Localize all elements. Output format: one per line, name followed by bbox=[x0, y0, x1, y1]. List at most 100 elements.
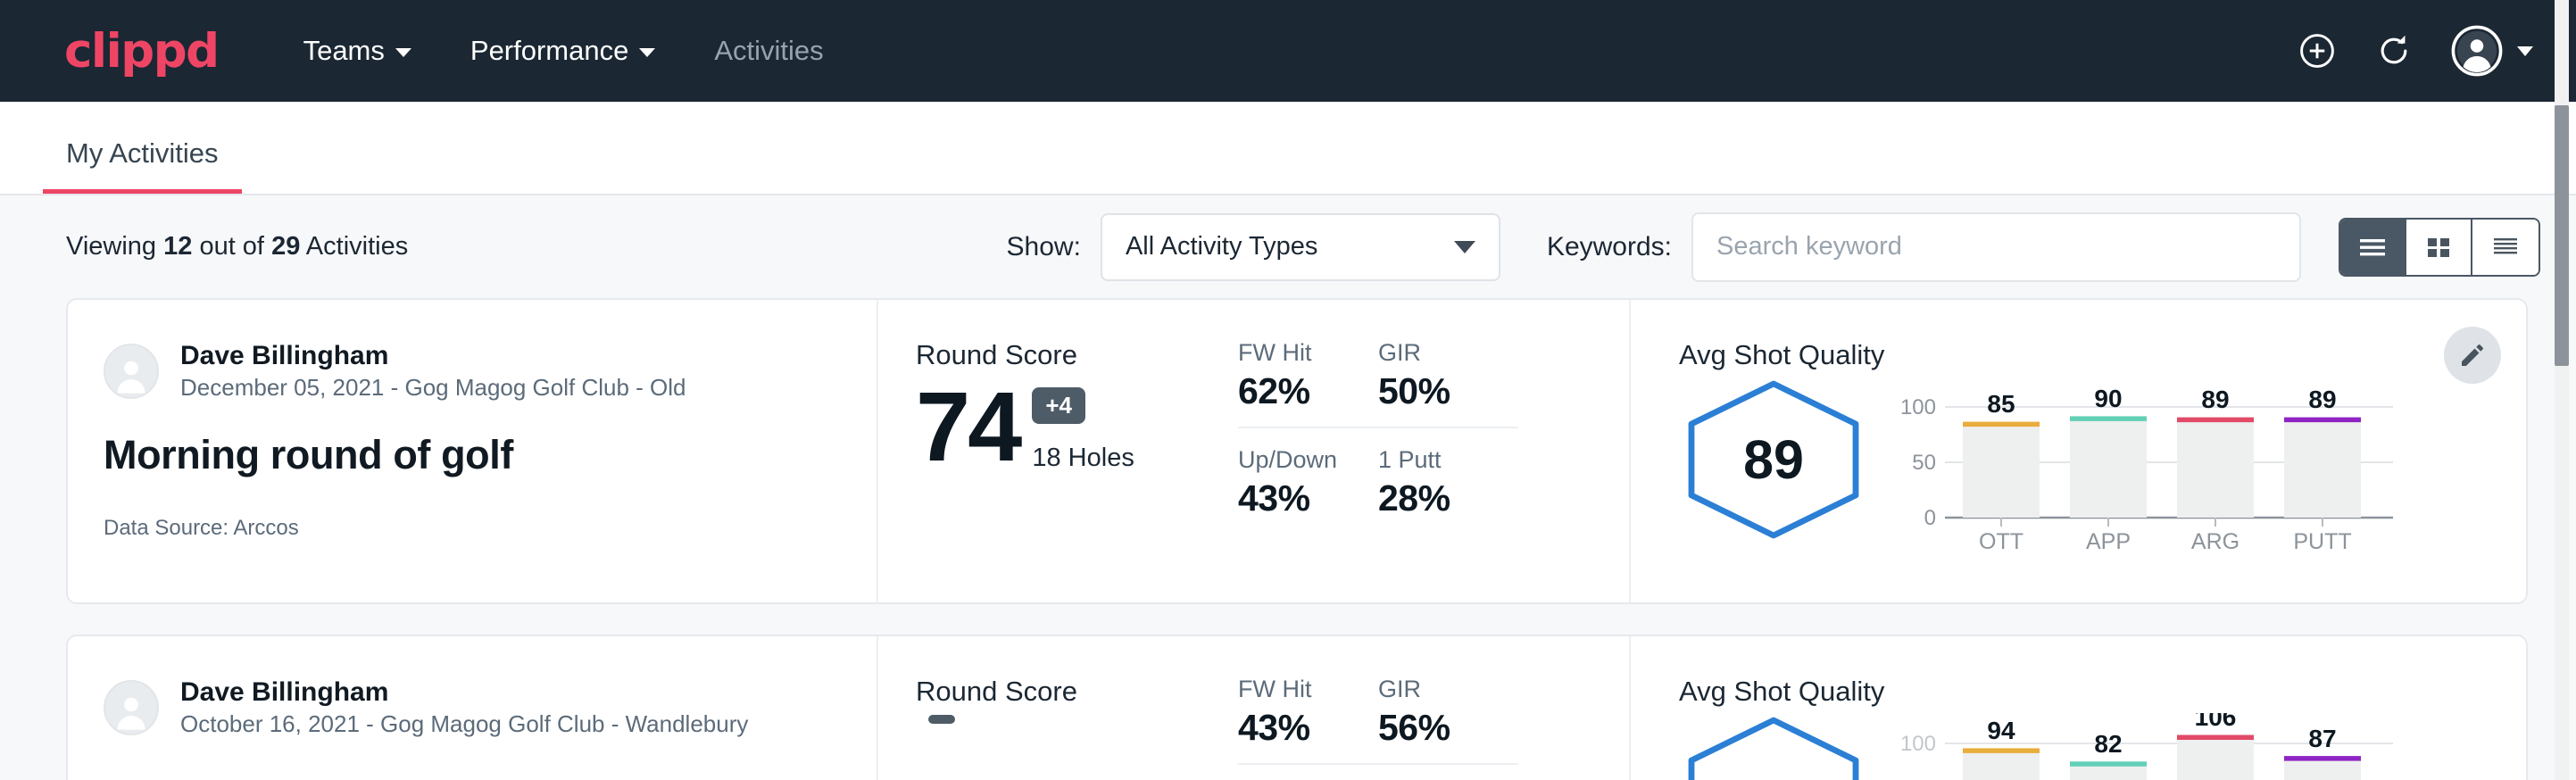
svg-text:100: 100 bbox=[1900, 732, 1936, 756]
stat-label: FW Hit bbox=[1238, 676, 1351, 703]
stat-label: GIR bbox=[1378, 676, 1492, 703]
svg-text:85: 85 bbox=[1987, 390, 2015, 418]
stat-fw-hit: FW Hit 43% bbox=[1238, 676, 1378, 765]
shot-quality-bar-chart: 100 50 0 85 90 89 bbox=[1868, 377, 2526, 560]
round-score-value-row: 74 +4 18 Holes bbox=[916, 378, 1238, 477]
round-score-value: 74 bbox=[916, 378, 1019, 477]
stats-column-left: FW Hit 62% Up/Down 43% bbox=[1238, 339, 1378, 602]
avg-shot-quality-label: Avg Shot Quality bbox=[1679, 339, 2526, 371]
activity-card[interactable]: Dave Billingham October 16, 2021 - Gog M… bbox=[66, 635, 2528, 780]
bar-chart-svg: 100 50 0 94 82 106 8 bbox=[1893, 713, 2393, 780]
viewing-summary: Viewing 12 out of 29 Activities bbox=[66, 232, 408, 261]
page-tab-bar: My Activities bbox=[0, 102, 2576, 195]
stat-value: 62% bbox=[1238, 370, 1351, 412]
avg-shot-quality-body: 89 100 50 0 85 bbox=[1679, 377, 2526, 560]
stat-gir: GIR 50% bbox=[1378, 339, 1518, 428]
svg-text:82: 82 bbox=[2094, 730, 2122, 758]
round-stats-column: FW Hit 43% GIR 56% bbox=[1238, 636, 1631, 780]
activity-data-source: Data Source: Arccos bbox=[104, 516, 877, 541]
player-name: Dave Billingham bbox=[180, 339, 686, 373]
activity-type-select[interactable]: All Activity Types bbox=[1101, 213, 1500, 281]
stat-gir: GIR 56% bbox=[1378, 676, 1518, 765]
player-name: Dave Billingham bbox=[180, 676, 748, 709]
bar-chart-svg: 100 50 0 85 90 89 bbox=[1893, 377, 2393, 555]
round-score-label: Round Score bbox=[916, 676, 1238, 708]
round-score-label: Round Score bbox=[916, 339, 1238, 371]
avg-shot-quality-column: Avg Shot Quality 89 100 bbox=[1631, 300, 2526, 602]
avg-shot-quality-label: Avg Shot Quality bbox=[1679, 676, 2526, 708]
app-logo[interactable]: clippd bbox=[64, 24, 219, 79]
compact-view-button[interactable] bbox=[2472, 220, 2539, 275]
chevron-down-icon bbox=[2517, 46, 2533, 56]
page-scrollbar-thumb[interactable] bbox=[2555, 105, 2569, 366]
holes-played: 18 Holes bbox=[1032, 444, 1134, 477]
top-navigation-bar: clippd Teams Performance Activities bbox=[0, 0, 2576, 102]
activity-card-list: Dave Billingham December 05, 2021 - Gog … bbox=[0, 298, 2576, 780]
stat-fw-hit: FW Hit 62% bbox=[1238, 339, 1378, 428]
player-text-block: Dave Billingham October 16, 2021 - Gog M… bbox=[180, 676, 748, 740]
svg-text:106: 106 bbox=[2195, 713, 2237, 731]
tab-my-activities[interactable]: My Activities bbox=[43, 137, 242, 194]
stats-column-left: FW Hit 43% bbox=[1238, 676, 1378, 780]
round-score-column: Round Score bbox=[878, 636, 1238, 780]
activity-summary-column: Dave Billingham December 05, 2021 - Gog … bbox=[68, 300, 878, 602]
add-circle-icon[interactable] bbox=[2298, 31, 2337, 71]
svg-text:50: 50 bbox=[1912, 451, 1936, 475]
viewing-prefix: Viewing bbox=[66, 232, 156, 261]
viewing-total: 29 bbox=[271, 232, 300, 261]
activity-meta: October 16, 2021 - Gog Magog Golf Club -… bbox=[180, 709, 748, 740]
score-to-par-badge bbox=[928, 715, 955, 724]
stat-label: FW Hit bbox=[1238, 339, 1351, 367]
search-input[interactable] bbox=[1691, 212, 2301, 282]
account-menu[interactable] bbox=[2451, 25, 2533, 77]
nav-item-teams[interactable]: Teams bbox=[274, 35, 441, 67]
round-stats-column: FW Hit 62% Up/Down 43% GIR 50% 1 Putt 28… bbox=[1238, 300, 1631, 602]
stat-value: 43% bbox=[1238, 707, 1351, 749]
round-score-value-row bbox=[916, 715, 1238, 780]
viewing-count: 12 bbox=[163, 232, 192, 261]
view-mode-toggle-group bbox=[2339, 218, 2540, 277]
grid-view-button[interactable] bbox=[2406, 220, 2472, 275]
quality-hexagon: 89 bbox=[1679, 377, 1868, 547]
stat-value: 28% bbox=[1378, 477, 1492, 519]
chevron-down-icon bbox=[639, 48, 655, 57]
avg-shot-quality-column: Avg Shot Quality 100 50 0 bbox=[1631, 636, 2526, 780]
activity-title: Morning round of golf bbox=[104, 432, 877, 478]
svg-text:APP: APP bbox=[2086, 529, 2131, 554]
main-nav-items: Teams Performance Activities bbox=[274, 35, 853, 67]
show-label: Show: bbox=[1007, 232, 1081, 262]
viewing-suffix: Activities bbox=[306, 232, 408, 261]
round-score-side bbox=[928, 715, 955, 780]
nav-right-actions bbox=[2298, 25, 2533, 77]
pencil-icon bbox=[2458, 341, 2487, 369]
nav-label-teams: Teams bbox=[303, 35, 385, 67]
activity-card[interactable]: Dave Billingham December 05, 2021 - Gog … bbox=[66, 298, 2528, 604]
stat-up-down: Up/Down 43% bbox=[1238, 428, 1378, 519]
stat-value: 43% bbox=[1238, 477, 1351, 519]
activity-summary-column: Dave Billingham October 16, 2021 - Gog M… bbox=[68, 636, 878, 780]
svg-text:94: 94 bbox=[1987, 717, 2015, 744]
svg-text:89: 89 bbox=[2308, 386, 2336, 413]
nav-item-performance[interactable]: Performance bbox=[441, 35, 685, 67]
quality-score-value: 89 bbox=[1679, 377, 1868, 543]
edit-activity-button[interactable] bbox=[2444, 327, 2501, 384]
quality-hexagon bbox=[1679, 713, 1868, 780]
round-score-side: +4 18 Holes bbox=[1032, 387, 1134, 477]
chevron-down-icon bbox=[395, 48, 411, 57]
stat-label: Up/Down bbox=[1238, 446, 1351, 474]
list-view-button[interactable] bbox=[2340, 220, 2406, 275]
refresh-icon[interactable] bbox=[2374, 31, 2414, 71]
avg-shot-quality-body: 100 50 0 94 82 106 8 bbox=[1679, 713, 2526, 780]
filter-toolbar: Viewing 12 out of 29 Activities Show: Al… bbox=[0, 195, 2576, 298]
stat-value: 50% bbox=[1378, 370, 1492, 412]
nav-item-activities[interactable]: Activities bbox=[685, 35, 852, 67]
stat-label: 1 Putt bbox=[1378, 446, 1492, 474]
activity-player: Dave Billingham December 05, 2021 - Gog … bbox=[104, 339, 877, 403]
activity-player: Dave Billingham October 16, 2021 - Gog M… bbox=[104, 676, 877, 740]
avatar bbox=[104, 680, 159, 735]
svg-text:0: 0 bbox=[1924, 506, 1936, 530]
activity-meta: December 05, 2021 - Gog Magog Golf Club … bbox=[180, 373, 686, 403]
stats-column-right: GIR 56% bbox=[1378, 676, 1518, 780]
svg-text:90: 90 bbox=[2094, 385, 2122, 412]
chevron-down-icon bbox=[1454, 241, 1475, 253]
